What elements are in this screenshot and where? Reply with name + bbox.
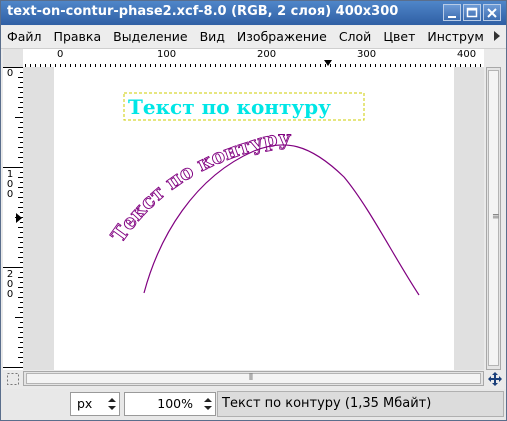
horizontal-ruler[interactable]: 0 100 200 300 400 [23, 49, 484, 68]
hruler-label: 200 [257, 49, 277, 60]
hruler-label: 0 [57, 49, 64, 60]
menu-select[interactable]: Выделение [107, 26, 193, 48]
canvas-area[interactable]: Текст по контуру Текст по контуру [23, 67, 484, 370]
status-bar: px 100% Текст по контуру (1,35 Мбайт) [1, 389, 506, 420]
hruler-label: 100 [157, 49, 177, 60]
minimize-button[interactable] [443, 4, 461, 21]
window-title: text-on-contur-phase2.xcf-8.0 (RGB, 2 сл… [7, 4, 399, 19]
unit-value: px [77, 396, 93, 411]
menu-bar: Файл Правка Выделение Вид Изображение Слой Цве… [1, 26, 506, 49]
vertical-scrollbar[interactable]: ≡ [486, 67, 501, 370]
zoom-selector[interactable]: 100% [124, 392, 216, 416]
curved-text-path: Текст по контуру [106, 125, 292, 247]
minimize-icon [448, 16, 456, 18]
menu-view[interactable]: Вид [194, 26, 231, 48]
close-button[interactable] [483, 4, 501, 21]
menu-tools[interactable]: Инструм [421, 26, 489, 48]
hruler-label: 300 [357, 49, 377, 60]
ruler-corner [3, 49, 23, 67]
menu-file[interactable]: Файл [1, 26, 48, 48]
horizontal-scroll-thumb[interactable]: ⦀ [26, 373, 481, 384]
navigate-icon[interactable] [487, 371, 503, 387]
hruler-label: 400 [457, 49, 477, 60]
status-message: Текст по контуру (1,35 Мбайт) [217, 391, 504, 417]
vruler-label: 100 [6, 169, 14, 200]
vruler-label: 0 [6, 68, 14, 79]
curved-text: Текст по контуру [106, 126, 291, 247]
grip-icon: ≡ [492, 212, 500, 222]
menu-edit[interactable]: Правка [48, 26, 108, 48]
vertical-scroll-thumb[interactable]: ≡ [488, 70, 500, 366]
unit-selector[interactable]: px [70, 392, 120, 416]
image-canvas[interactable]: Текст по контуру Текст по контуру [54, 67, 454, 370]
maximize-icon [466, 7, 478, 18]
vertical-ruler-ticks [3, 67, 23, 368]
spin-arrows-icon [204, 398, 212, 410]
maximize-button[interactable] [463, 4, 481, 21]
menu-layer[interactable]: Слой [333, 26, 378, 48]
text-layer: Текст по контуру [128, 95, 331, 119]
menu-arrow-icon[interactable] [492, 30, 502, 42]
title-bar[interactable]: text-on-contur-phase2.xcf-8.0 (RGB, 2 сл… [1, 1, 506, 25]
quick-mask-icon[interactable] [6, 372, 20, 386]
horizontal-scrollbar[interactable]: ⦀ [23, 371, 484, 386]
vertical-ruler[interactable]: 0 100 200 [3, 67, 24, 370]
horizontal-ruler-ticks [25, 60, 481, 67]
close-icon [487, 8, 497, 18]
vruler-label: 200 [6, 269, 14, 300]
spin-arrows-icon [108, 398, 116, 410]
canvas-drawing: Текст по контуру Текст по контуру [106, 92, 420, 296]
image-window: text-on-contur-phase2.xcf-8.0 (RGB, 2 сл… [0, 0, 507, 421]
grip-icon: ⦀ [249, 373, 253, 383]
menu-image[interactable]: Изображение [231, 26, 333, 48]
menu-colors[interactable]: Цвет [377, 26, 421, 48]
